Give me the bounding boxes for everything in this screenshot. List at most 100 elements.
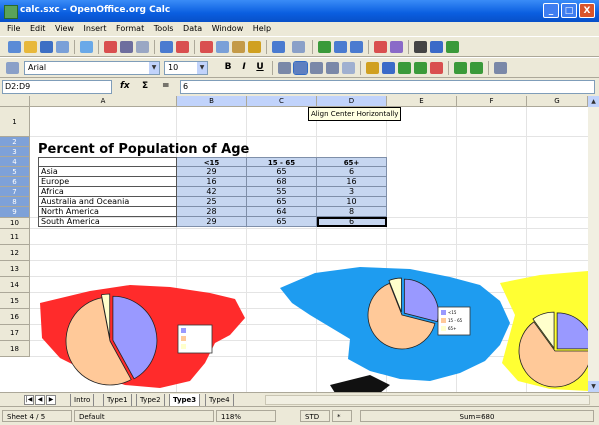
menu-edit[interactable]: Edit (30, 22, 46, 36)
row-header-3[interactable]: 3 (0, 147, 30, 157)
next-sheet-icon[interactable]: ▶ (46, 395, 56, 405)
value-cell[interactable]: 65 (247, 197, 317, 207)
save-icon[interactable] (40, 41, 53, 53)
value-cell[interactable]: 42 (177, 187, 247, 197)
paste-icon[interactable] (232, 41, 245, 53)
align-right-icon[interactable] (310, 62, 323, 74)
horizontal-scrollbar[interactable] (265, 395, 590, 405)
menu-file[interactable]: File (7, 22, 20, 36)
underline-button[interactable]: U (254, 62, 266, 72)
clone-format-icon[interactable] (248, 41, 261, 53)
close-button[interactable]: X (579, 3, 595, 18)
italic-button[interactable]: I (238, 62, 250, 72)
region-cell[interactable]: South America (38, 217, 177, 227)
column-header-c[interactable]: C (247, 96, 317, 107)
value-cell[interactable]: 65 (247, 167, 317, 177)
delete-decimal-icon[interactable] (430, 62, 443, 74)
formula-input[interactable]: 6 (180, 80, 595, 94)
row-header-6[interactable]: 6 (0, 177, 30, 187)
scroll-up-icon[interactable]: ▲ (588, 96, 599, 107)
decrease-indent-icon[interactable] (454, 62, 467, 74)
function-wizard-icon[interactable]: fx (120, 81, 130, 91)
row-header-12[interactable]: 12 (0, 245, 30, 261)
row-header-17[interactable]: 17 (0, 325, 30, 341)
justify-icon[interactable] (326, 62, 339, 74)
page-preview-icon[interactable] (136, 41, 149, 53)
region-cell[interactable]: North America (38, 207, 177, 217)
value-cell[interactable]: 25 (177, 197, 247, 207)
menu-tools[interactable]: Tools (154, 22, 174, 36)
undo-icon[interactable] (272, 41, 285, 53)
value-cell[interactable]: 8 (317, 207, 387, 217)
header-65-plus[interactable]: 65+ (317, 157, 387, 167)
header-under-15[interactable]: <15 (177, 157, 247, 167)
align-left-icon[interactable] (278, 62, 291, 74)
bold-button[interactable]: B (222, 62, 234, 72)
value-cell[interactable]: 65 (247, 217, 317, 227)
spellcheck-icon[interactable] (160, 41, 173, 53)
maximize-button[interactable]: □ (561, 3, 577, 18)
region-cell[interactable]: Africa (38, 187, 177, 197)
percent-format-icon[interactable] (382, 62, 395, 74)
sum-icon[interactable]: Σ (142, 81, 148, 91)
open-folder-icon[interactable] (24, 41, 37, 53)
value-cell[interactable]: 55 (247, 187, 317, 197)
row-header-9[interactable]: 9 (0, 207, 30, 218)
vertical-scrollbar[interactable]: ▲ ▼ (588, 96, 599, 392)
chevron-down-icon[interactable]: ▼ (149, 62, 159, 74)
currency-format-icon[interactable] (366, 62, 379, 74)
email-icon[interactable] (56, 41, 69, 53)
column-header-b[interactable]: B (177, 96, 247, 107)
column-header-g[interactable]: G (527, 96, 588, 107)
column-header-d[interactable]: D (317, 96, 387, 107)
value-cell[interactable]: 6 (317, 167, 387, 177)
row-header-1[interactable]: 1 (0, 107, 30, 137)
menu-format[interactable]: Format (116, 22, 144, 36)
value-cell[interactable]: 64 (247, 207, 317, 217)
value-cell[interactable]: 29 (177, 167, 247, 177)
minimize-button[interactable]: _ (543, 3, 559, 18)
row-header-10[interactable]: 10 (0, 218, 30, 229)
gallery-icon[interactable] (446, 41, 459, 53)
status-selection-mode[interactable]: STD (300, 410, 330, 422)
header-region-cell[interactable] (38, 157, 177, 167)
header-15-65[interactable]: 15 - 65 (247, 157, 317, 167)
sort-descending-icon[interactable] (350, 41, 363, 53)
active-cell[interactable]: 6 (317, 217, 387, 227)
value-cell[interactable]: 28 (177, 207, 247, 217)
column-header-e[interactable]: E (387, 96, 457, 107)
add-decimal-icon[interactable] (414, 62, 427, 74)
sort-ascending-icon[interactable] (334, 41, 347, 53)
column-header-f[interactable]: F (457, 96, 527, 107)
standard-format-icon[interactable] (398, 62, 411, 74)
spreadsheet-grid[interactable]: A B C D E F G 1 2 3 4 5 6 7 8 9 10 11 12… (0, 96, 588, 392)
value-cell[interactable]: 16 (177, 177, 247, 187)
page-title[interactable]: Percent of Population of Age (38, 142, 249, 157)
row-header-16[interactable]: 16 (0, 309, 30, 325)
menu-help[interactable]: Help (253, 22, 271, 36)
row-header-11[interactable]: 11 (0, 229, 30, 245)
prev-sheet-icon[interactable]: ◀ (35, 395, 45, 405)
print-icon[interactable] (120, 41, 133, 53)
row-header-8[interactable]: 8 (0, 197, 30, 207)
region-cell[interactable]: Europe (38, 177, 177, 187)
navigator-icon[interactable] (430, 41, 443, 53)
row-header-15[interactable]: 15 (0, 293, 30, 309)
edit-file-icon[interactable] (80, 41, 93, 53)
hyperlink-icon[interactable] (318, 41, 331, 53)
copy-icon[interactable] (216, 41, 229, 53)
row-header-4[interactable]: 4 (0, 157, 30, 167)
region-cell[interactable]: Australia and Oceania (38, 197, 177, 207)
draw-functions-icon[interactable] (390, 41, 403, 53)
export-pdf-icon[interactable] (104, 41, 117, 53)
find-replace-icon[interactable] (414, 41, 427, 53)
select-all-corner[interactable] (0, 96, 30, 107)
value-cell[interactable]: 29 (177, 217, 247, 227)
world-map-chart-drawing[interactable]: <15 15 - 65 65+ (30, 263, 588, 392)
value-cell[interactable]: 68 (247, 177, 317, 187)
row-header-18[interactable]: 18 (0, 341, 30, 357)
menu-view[interactable]: View (55, 22, 74, 36)
insert-chart-icon[interactable] (374, 41, 387, 53)
status-page-style[interactable]: Default (74, 410, 214, 422)
row-header-2[interactable]: 2 (0, 137, 30, 147)
